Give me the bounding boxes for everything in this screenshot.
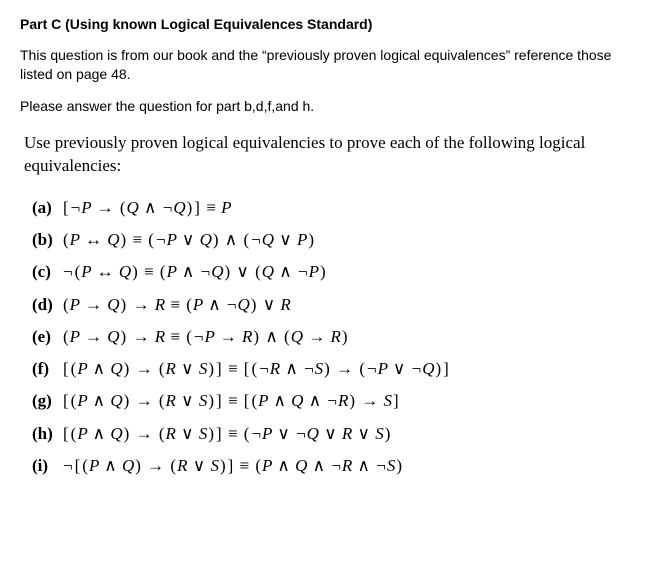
item-expr-c: ¬(P ↔ Q) ≡ (P ∧ ¬Q) ∨ (Q ∧ ¬P) [62,256,327,288]
list-item: (d) (P → Q) → R ≡ (P ∧ ¬Q) ∨ R [32,289,629,321]
item-expr-b: (P ↔ Q) ≡ (¬P ∨ Q) ∧ (¬Q ∨ P) [62,224,315,256]
list-item: (e) (P → Q) → R ≡ (¬P → R) ∧ (Q → R) [32,321,629,353]
equivalence-list: (a) [¬P → (Q ∧ ¬Q)] ≡ P (b) (P ↔ Q) ≡ (¬… [32,192,629,483]
item-label-c: (c) [32,256,62,288]
list-item: (g) [(P ∧ Q) → (R ∨ S)] ≡ [(P ∧ Q ∧ ¬R) … [32,385,629,417]
item-label-h: (h) [32,418,62,450]
item-label-e: (e) [32,321,62,353]
item-expr-a: [¬P → (Q ∧ ¬Q)] ≡ P [62,192,231,224]
item-label-g: (g) [32,385,62,417]
part-title: Part C (Using known Logical Equivalences… [20,16,629,32]
item-expr-h: [(P ∧ Q) → (R ∨ S)] ≡ (¬P ∨ ¬Q ∨ R ∨ S) [62,418,391,450]
item-label-f: (f) [32,353,62,385]
list-item: (h) [(P ∧ Q) → (R ∨ S)] ≡ (¬P ∨ ¬Q ∨ R ∨… [32,418,629,450]
item-expr-g: [(P ∧ Q) → (R ∨ S)] ≡ [(P ∧ Q ∧ ¬R) → S] [62,385,400,417]
list-item: (c) ¬(P ↔ Q) ≡ (P ∧ ¬Q) ∨ (Q ∧ ¬P) [32,256,629,288]
list-item: (i) ¬[(P ∧ Q) → (R ∨ S)] ≡ (P ∧ Q ∧ ¬R ∧… [32,450,629,482]
item-label-i: (i) [32,450,62,482]
item-label-d: (d) [32,289,62,321]
item-expr-d: (P → Q) → R ≡ (P ∧ ¬Q) ∨ R [62,289,291,321]
instruction-text: Please answer the question for part b,d,… [20,98,629,114]
item-expr-e: (P → Q) → R ≡ (¬P → R) ∧ (Q → R) [62,321,349,353]
intro-text: This question is from our book and the “… [20,46,629,84]
item-label-a: (a) [32,192,62,224]
item-expr-i: ¬[(P ∧ Q) → (R ∨ S)] ≡ (P ∧ Q ∧ ¬R ∧ ¬S) [62,450,403,482]
list-item: (a) [¬P → (Q ∧ ¬Q)] ≡ P [32,192,629,224]
use-statement: Use previously proven logical equivalenc… [24,132,625,178]
item-expr-f: [(P ∧ Q) → (R ∨ S)] ≡ [(¬R ∧ ¬S) → (¬P ∨… [62,353,450,385]
item-label-b: (b) [32,224,62,256]
list-item: (b) (P ↔ Q) ≡ (¬P ∨ Q) ∧ (¬Q ∨ P) [32,224,629,256]
list-item: (f) [(P ∧ Q) → (R ∨ S)] ≡ [(¬R ∧ ¬S) → (… [32,353,629,385]
